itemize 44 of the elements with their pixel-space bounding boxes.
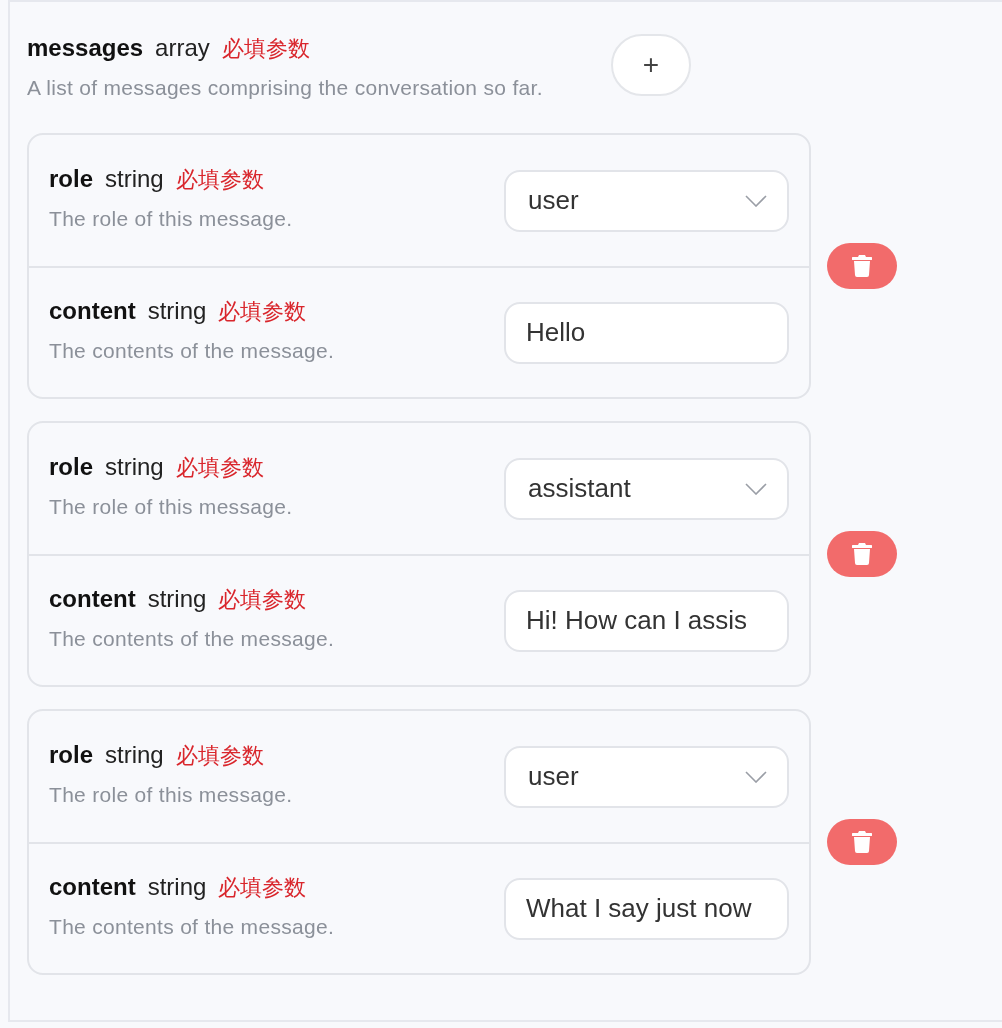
required-label: 必填参数 xyxy=(218,874,307,902)
required-label: 必填参数 xyxy=(218,298,307,326)
field-description: The role of this message. xyxy=(49,782,293,808)
field-name: content xyxy=(49,297,136,325)
field-type: string xyxy=(105,453,164,481)
field-type: string xyxy=(147,585,207,613)
add-button[interactable]: + xyxy=(611,34,691,96)
field-type: string xyxy=(105,741,164,769)
delete-button[interactable] xyxy=(827,531,897,577)
field-name: content xyxy=(49,873,136,901)
field-name: content xyxy=(49,585,136,613)
field-description: The role of this message. xyxy=(49,206,293,232)
field-name: role xyxy=(49,453,93,481)
text-field[interactable]: Hi! How can I assis xyxy=(504,589,789,652)
trash-icon xyxy=(852,543,872,565)
required-label: 必填参数 xyxy=(175,454,264,482)
parameter-type: array xyxy=(155,34,210,62)
select-field[interactable]: user xyxy=(504,745,789,808)
chevron-down-icon xyxy=(745,482,767,495)
field-type: string xyxy=(147,873,207,901)
text-field[interactable]: Hello xyxy=(504,301,789,364)
text-field[interactable]: What I say just now xyxy=(504,877,789,940)
required-label: 必填参数 xyxy=(218,586,307,614)
field-description: The contents of the message. xyxy=(49,914,335,940)
required-label: 必填参数 xyxy=(175,742,264,770)
required-label: 必填参数 xyxy=(175,166,264,194)
field-name: role xyxy=(49,741,93,769)
select-field[interactable]: user xyxy=(504,169,789,232)
trash-icon xyxy=(852,831,872,853)
required-label: 必填参数 xyxy=(221,35,310,63)
parameter-name: messages xyxy=(27,34,144,62)
chevron-down-icon xyxy=(745,194,767,207)
field-type: string xyxy=(105,165,164,193)
chevron-down-icon xyxy=(745,770,767,783)
field-description: The role of this message. xyxy=(49,494,293,520)
field-name: role xyxy=(49,165,93,193)
field-description: The contents of the message. xyxy=(49,626,335,652)
delete-button[interactable] xyxy=(827,243,897,289)
delete-button[interactable] xyxy=(827,819,897,865)
trash-icon xyxy=(852,255,872,277)
field-type: string xyxy=(147,297,207,325)
parameter-description: A list of messages comprising the conversation so far. xyxy=(27,75,544,101)
select-field[interactable]: assistant xyxy=(504,457,789,520)
field-description: The contents of the message. xyxy=(49,338,335,364)
